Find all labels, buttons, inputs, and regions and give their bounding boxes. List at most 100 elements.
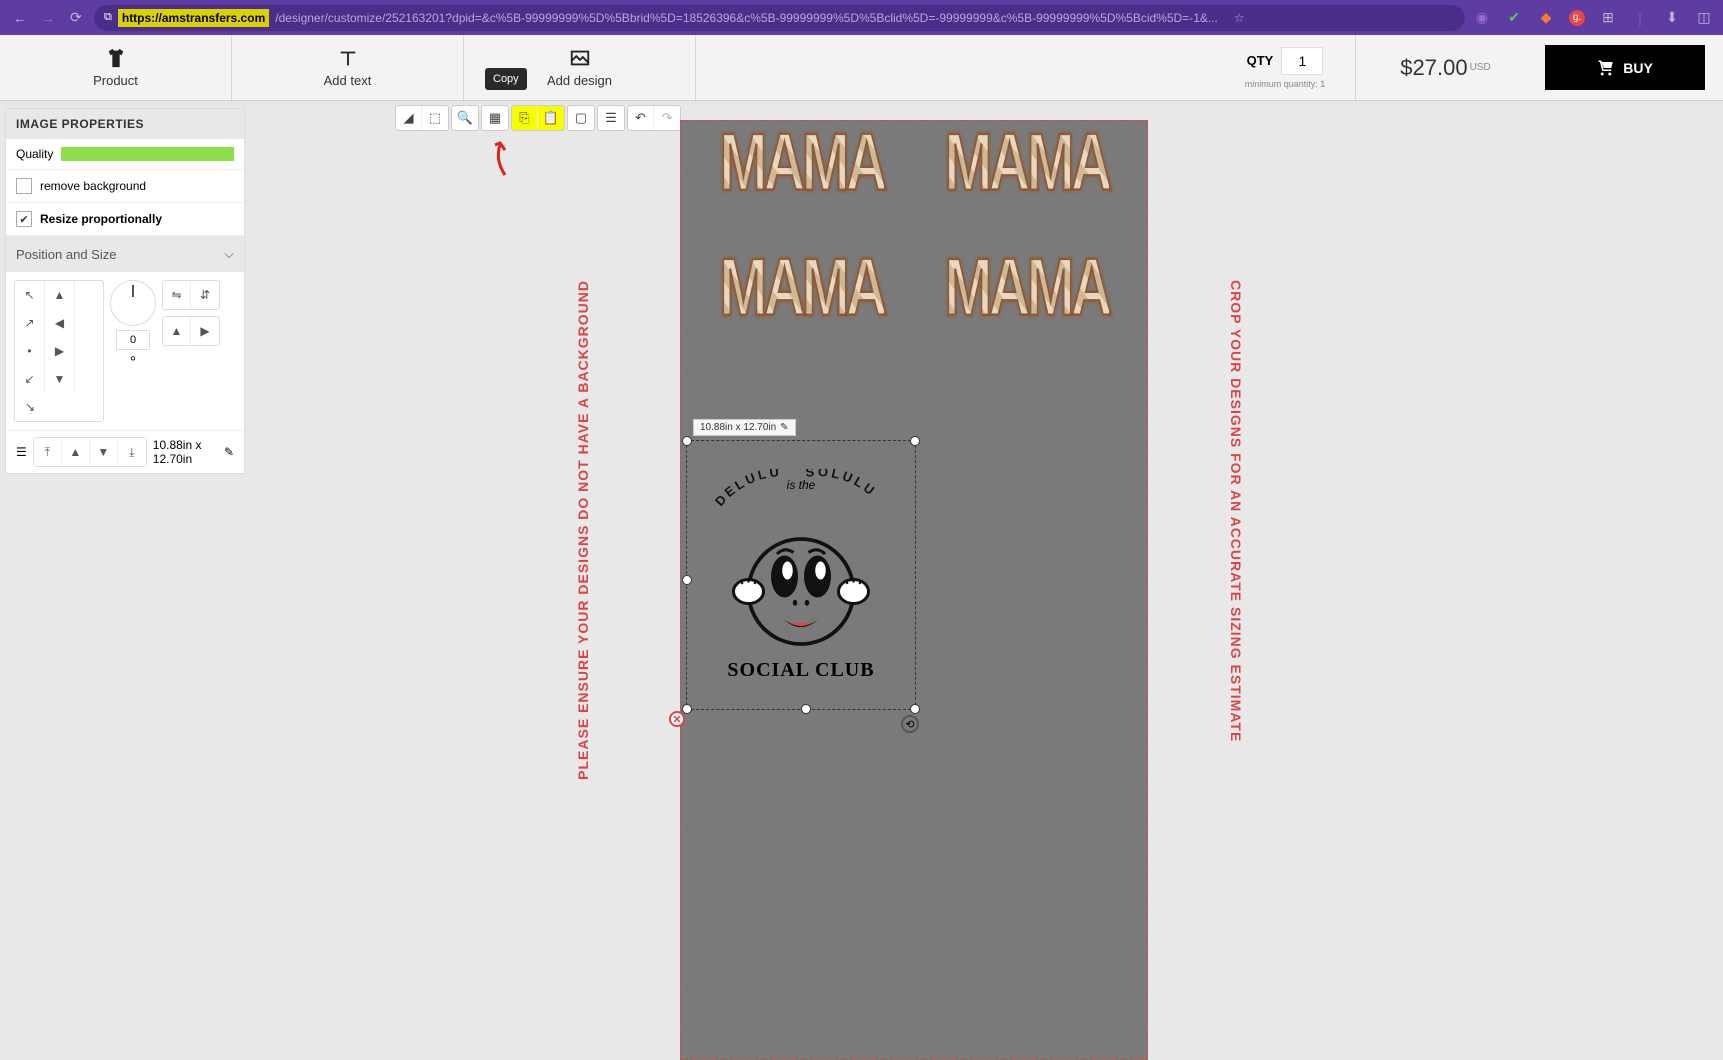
ext-icon-3[interactable]: ◆ xyxy=(1537,9,1555,27)
align-br[interactable]: ↘ xyxy=(15,393,45,421)
align-center[interactable]: • xyxy=(15,337,45,365)
handle-bl[interactable] xyxy=(682,704,692,714)
download-icon[interactable]: ⬇ xyxy=(1663,9,1681,27)
handle-tl[interactable] xyxy=(682,436,692,446)
select-tool[interactable]: ⬚ xyxy=(422,106,448,130)
site-info-icon[interactable]: ⧉ xyxy=(104,11,112,24)
flip-vertical[interactable]: ⇵ xyxy=(191,281,219,309)
layers-icon[interactable]: ☰ xyxy=(16,445,27,459)
remove-bg-label: remove background xyxy=(40,179,146,193)
layers-tool[interactable]: ☰ xyxy=(598,106,624,130)
mama-text-1[interactable]: MAMA xyxy=(719,116,883,210)
forward-button[interactable]: → xyxy=(38,8,58,28)
qty-label: QTY xyxy=(1247,53,1274,68)
selection-size-text: 10.88in x 12.70in xyxy=(700,422,776,433)
handle-br[interactable] xyxy=(910,704,920,714)
back-button[interactable]: ← xyxy=(10,8,30,28)
mirror-v[interactable]: ▶ xyxy=(191,317,219,345)
url-domain: https://amstransfers.com xyxy=(118,9,269,27)
handle-ml[interactable] xyxy=(682,575,692,585)
layer-back[interactable]: ⤓ xyxy=(118,438,146,466)
divider: | xyxy=(1631,9,1649,27)
qty-input[interactable] xyxy=(1281,47,1323,75)
mama-text-4[interactable]: MAMA xyxy=(944,241,1108,335)
align-tl[interactable]: ↖ xyxy=(15,281,45,309)
dimensions-row: ☰ ⤒ ▲ ▼ ⤓ 10.88in x 12.70in ✎ xyxy=(6,430,244,473)
image-icon xyxy=(569,47,591,69)
handle-tr[interactable] xyxy=(910,436,920,446)
resize-prop-row[interactable]: Resize proportionally xyxy=(6,203,244,236)
mirror-h[interactable]: ▲ xyxy=(163,317,191,345)
fill-tool[interactable]: ◢ xyxy=(396,106,422,130)
arc-text-solulu: SOLULU xyxy=(805,469,880,500)
align-tr[interactable]: ↗ xyxy=(15,309,45,337)
reload-button[interactable]: ⟳ xyxy=(66,8,86,28)
is-the-text: is the xyxy=(787,478,816,492)
price-display: $27.00USD xyxy=(1355,35,1535,100)
buy-label: BUY xyxy=(1623,60,1653,76)
copy-tool[interactable]: ⎘ xyxy=(512,106,538,130)
bookmark-star-icon[interactable]: ☆ xyxy=(1234,11,1245,25)
add-text-label: Add text xyxy=(324,73,372,88)
align-up[interactable]: ▲ xyxy=(45,281,75,309)
chevron-down-icon: ⌵ xyxy=(224,246,234,262)
canvas-toolbar: ◢ ⬚ 🔍 ▦ ⎘ 📋 ▢ ☰ ↶ ↷ xyxy=(395,105,681,131)
arc-text-svg: DELULU SOLULU is the xyxy=(701,469,901,509)
rotation-input[interactable] xyxy=(116,330,150,350)
align-bl[interactable]: ↙ xyxy=(15,365,45,393)
edit-dims-icon[interactable]: ✎ xyxy=(224,445,234,459)
dimensions-text: 10.88in x 12.70in xyxy=(153,438,218,466)
toolbar-spacer xyxy=(696,35,1215,100)
ext-icon-2[interactable]: ✔ xyxy=(1505,9,1523,27)
sidepanel-icon[interactable]: ◫ xyxy=(1695,9,1713,27)
layer-down[interactable]: ▼ xyxy=(90,438,118,466)
cart-icon xyxy=(1597,59,1615,77)
align-left[interactable]: ◀ xyxy=(45,309,75,337)
align-right[interactable]: ▶ xyxy=(45,337,75,365)
buy-button[interactable]: BUY xyxy=(1545,45,1705,90)
flip-horizontal[interactable]: ⇋ xyxy=(163,281,191,309)
rotate-selection-icon[interactable]: ⟲ xyxy=(901,715,919,733)
handle-mb[interactable] xyxy=(801,704,811,714)
price-amount: $27.00 xyxy=(1400,55,1467,81)
edit-size-icon[interactable]: ✎ xyxy=(780,422,788,433)
url-path: /designer/customize/252163201?dpid=&c%5B… xyxy=(275,11,1218,25)
main-toolbar: Product Add text Add design QTY minimum … xyxy=(0,35,1723,101)
quantity-box: QTY minimum quantity: 1 xyxy=(1215,35,1355,100)
svg-text:SOLULU: SOLULU xyxy=(805,469,880,500)
paste-tool[interactable]: 📋 xyxy=(538,106,564,130)
text-icon xyxy=(337,47,359,69)
delete-selection-icon[interactable]: ✕ xyxy=(669,711,685,727)
selection-box[interactable]: 10.88in x 12.70in ✎ ✕ ⟲ DELULU SOLULU is… xyxy=(686,440,916,710)
resize-prop-label: Resize proportionally xyxy=(40,212,162,226)
zoom-tool[interactable]: 🔍 xyxy=(452,106,478,130)
product-tool[interactable]: Product xyxy=(0,35,232,100)
add-text-tool[interactable]: Add text xyxy=(232,35,464,100)
ext-icon-1[interactable]: ◉ xyxy=(1473,9,1491,27)
align-down[interactable]: ▼ xyxy=(45,365,75,393)
social-club-text: SOCIAL CLUB xyxy=(727,659,874,682)
resize-prop-checkbox[interactable] xyxy=(16,211,32,227)
remove-bg-row[interactable]: remove background xyxy=(6,170,244,203)
undo-tool[interactable]: ↶ xyxy=(628,106,654,130)
mama-text-3[interactable]: MAMA xyxy=(719,241,883,335)
position-size-header[interactable]: Position and Size ⌵ xyxy=(6,236,244,272)
rotation-dial[interactable] xyxy=(110,280,156,326)
image-properties-panel: IMAGE PROPERTIES Quality remove backgrou… xyxy=(5,108,245,474)
selected-design[interactable]: DELULU SOLULU is the SOCIAL CLUB xyxy=(687,441,915,709)
mama-text-2[interactable]: MAMA xyxy=(944,116,1108,210)
bounds-tool[interactable]: ▢ xyxy=(568,106,594,130)
remove-bg-checkbox[interactable] xyxy=(16,178,32,194)
layer-front[interactable]: ⤒ xyxy=(34,438,62,466)
address-bar[interactable]: ⧉ https://amstransfers.com/designer/cust… xyxy=(94,5,1465,31)
layer-up[interactable]: ▲ xyxy=(62,438,90,466)
min-qty-text: minimum quantity: 1 xyxy=(1245,79,1326,89)
product-label: Product xyxy=(93,73,138,88)
redo-tool[interactable]: ↷ xyxy=(654,106,680,130)
quality-bar xyxy=(61,147,234,161)
grid-tool[interactable]: ▦ xyxy=(482,106,508,130)
selection-size-badge[interactable]: 10.88in x 12.70in ✎ xyxy=(693,419,796,436)
extensions-icon[interactable]: ⊞ xyxy=(1599,9,1617,27)
position-tools: ↖ ▲ ↗ ◀ • ▶ ↙ ▼ ↘ ° ⇋ ⇵ ▲ ▶ xyxy=(6,272,244,430)
ext-icon-4[interactable]: g. xyxy=(1569,10,1585,26)
